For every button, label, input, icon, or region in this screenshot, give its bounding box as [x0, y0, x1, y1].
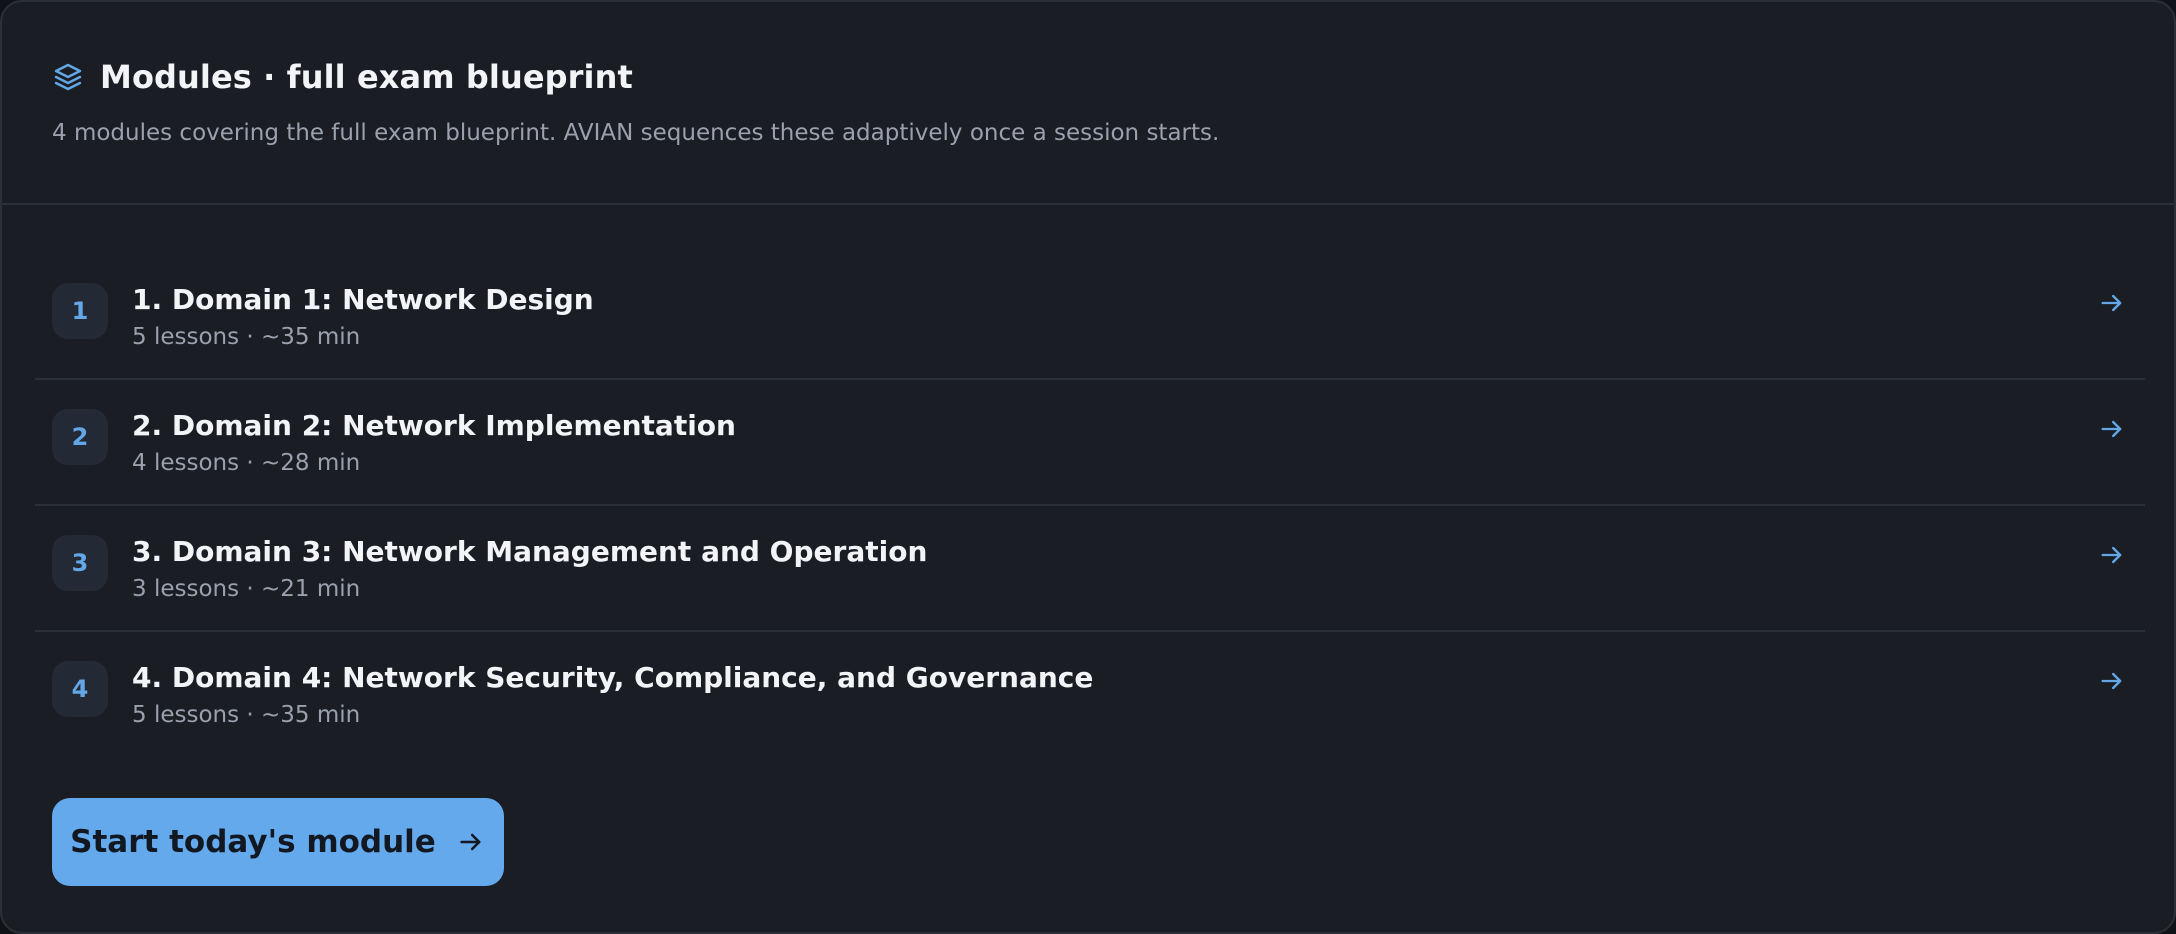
module-meta: 5 lessons · ~35 min — [132, 324, 361, 350]
header-title-row: Modules · full exam blueprint — [52, 54, 633, 100]
start-button-label: Start today's module — [70, 824, 436, 860]
module-row-1[interactable]: 1 1. Domain 1: Network Design 5 lessons … — [35, 254, 2145, 380]
module-meta: 4 lessons · ~28 min — [132, 450, 361, 476]
module-row-4[interactable]: 4 4. Domain 4: Network Security, Complia… — [35, 632, 2145, 758]
card-header: Modules · full exam blueprint 4 modules … — [2, 2, 2174, 205]
module-row-2[interactable]: 2 2. Domain 2: Network Implementation 4 … — [35, 380, 2145, 506]
start-module-button[interactable]: Start today's module — [52, 798, 504, 886]
module-meta: 5 lessons · ~35 min — [132, 702, 361, 728]
module-title[interactable]: 1. Domain 1: Network Design — [132, 283, 594, 316]
page-subtitle: 4 modules covering the full exam bluepri… — [52, 120, 1220, 146]
arrow-right-icon — [456, 827, 486, 857]
arrow-right-icon[interactable] — [2097, 414, 2127, 444]
module-number-badge: 3 — [52, 535, 108, 591]
layers-icon — [52, 61, 84, 93]
module-number-badge: 4 — [52, 661, 108, 717]
module-list: 1 1. Domain 1: Network Design 5 lessons … — [35, 254, 2145, 758]
arrow-right-icon[interactable] — [2097, 666, 2127, 696]
module-row-3[interactable]: 3 3. Domain 3: Network Management and Op… — [35, 506, 2145, 632]
arrow-right-icon[interactable] — [2097, 288, 2127, 318]
modules-card: Modules · full exam blueprint 4 modules … — [0, 0, 2176, 934]
module-number-badge: 2 — [52, 409, 108, 465]
module-title[interactable]: 3. Domain 3: Network Management and Oper… — [132, 535, 927, 568]
module-title[interactable]: 4. Domain 4: Network Security, Complianc… — [132, 661, 1093, 694]
arrow-right-icon[interactable] — [2097, 540, 2127, 570]
module-title[interactable]: 2. Domain 2: Network Implementation — [132, 409, 736, 442]
module-meta: 3 lessons · ~21 min — [132, 576, 361, 602]
page-title: Modules · full exam blueprint — [100, 58, 633, 96]
module-number-badge: 1 — [52, 283, 108, 339]
